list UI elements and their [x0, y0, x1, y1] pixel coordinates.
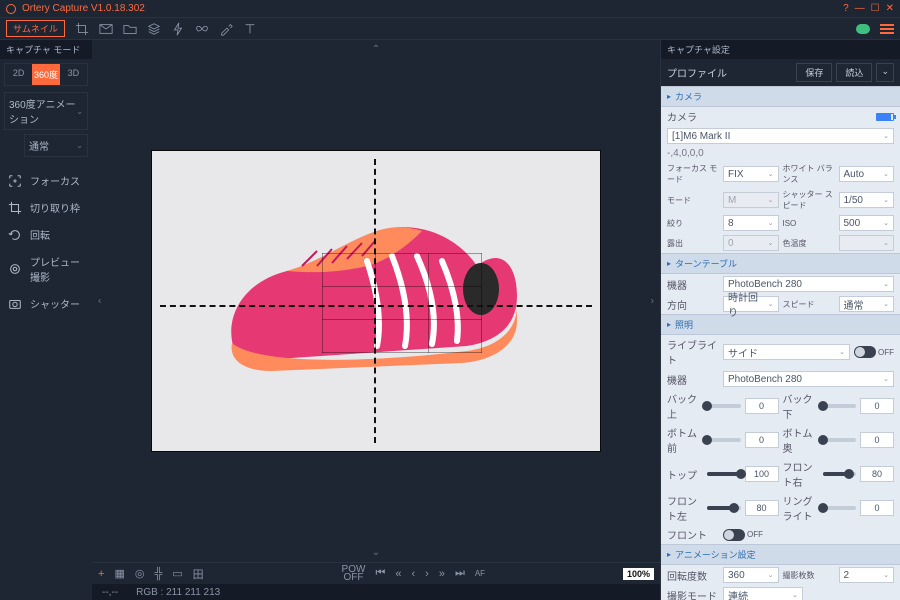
frames-select[interactable]: 2⌄ — [839, 567, 895, 583]
next[interactable]: › — [425, 568, 429, 580]
grid-overlay — [322, 253, 482, 353]
mode-field: M⌄ — [723, 192, 779, 208]
mode-tabs: 2D 360度 3D — [4, 63, 88, 86]
turntable-speed-select[interactable]: 通常⌄ — [839, 296, 895, 312]
nav-left[interactable]: ‹ — [98, 296, 101, 307]
battery-icon — [876, 113, 894, 121]
focus-mode-select[interactable]: FIX⌄ — [723, 166, 779, 182]
front-toggle[interactable]: OFF — [723, 529, 763, 541]
animation-select[interactable]: 360度アニメーション⌄ — [4, 92, 88, 130]
layers-icon[interactable] — [147, 22, 161, 36]
canvas-statusbar: + ▦ ◎ ╬ ▭ 田 POWOFF ⏮ « ‹ › » ⏭ AF 100% — [92, 562, 660, 584]
tool-crop[interactable]: 切り取り枠 — [0, 194, 92, 221]
chevron-down-icon: ⌄ — [76, 141, 83, 150]
last-frame[interactable]: ⏭ — [455, 567, 465, 580]
livelight-select[interactable]: サイド⌄ — [723, 344, 850, 360]
overlay-icon[interactable]: 田 — [193, 566, 204, 582]
profile-label: プロファイル — [667, 65, 727, 80]
app-icon — [6, 4, 16, 14]
af-button[interactable]: AF — [475, 569, 485, 578]
right-panel: キャプチャ設定 プロファイル 保存 読込 ⌄ カメラ カメラ [1]M6 Mar… — [660, 40, 900, 600]
tool-preview[interactable]: プレビュー撮影 — [0, 248, 92, 290]
cursor-rgb: RGB : 211 211 213 — [136, 587, 220, 598]
main-toolbar: サムネイル — [0, 18, 900, 40]
tab-3d[interactable]: 3D — [60, 64, 87, 85]
tool-focus[interactable]: フォーカス — [0, 167, 92, 194]
first-frame[interactable]: ⏮ — [375, 567, 385, 580]
slider-front-right[interactable] — [823, 472, 857, 476]
slider-ringlight[interactable] — [823, 506, 857, 510]
group-camera[interactable]: カメラ — [661, 86, 900, 107]
slider-back-bottom[interactable] — [823, 404, 857, 408]
aperture-select[interactable]: 8⌄ — [723, 215, 779, 231]
help-button[interactable]: ? — [843, 3, 849, 14]
load-button[interactable]: 読込 — [836, 63, 872, 82]
chevron-down-icon: ⌄ — [76, 107, 83, 116]
tab-2d[interactable]: 2D — [5, 64, 32, 85]
livelight-toggle[interactable]: OFF — [854, 346, 894, 358]
target-icon[interactable]: ◎ — [135, 567, 145, 580]
group-animation[interactable]: アニメーション設定 — [661, 544, 900, 565]
group-light[interactable]: 照明 — [661, 314, 900, 335]
thumbnail-button[interactable]: サムネイル — [6, 20, 65, 37]
iso-select[interactable]: 500⌄ — [839, 215, 895, 231]
canvas-body[interactable]: ⌃ ⌄ ‹ › — [92, 40, 660, 562]
left-panel: キャプチャ モード 2D 360度 3D 360度アニメーション⌄ 通常⌄ フォ… — [0, 40, 92, 600]
slider-top[interactable] — [707, 472, 741, 476]
app-title: Ortery Capture V1.0.18.302 — [22, 3, 145, 14]
light-device-select[interactable]: PhotoBench 280⌄ — [723, 371, 894, 387]
slider-back-top[interactable] — [707, 404, 741, 408]
grid-icon[interactable]: ▦ — [114, 567, 124, 580]
prev-fast[interactable]: « — [395, 568, 401, 580]
minimize-button[interactable]: — — [855, 3, 865, 14]
crop-icon[interactable] — [75, 22, 89, 36]
cloud-status-icon[interactable] — [856, 24, 870, 34]
tool-shutter[interactable]: シャッター — [0, 290, 92, 317]
tab-360[interactable]: 360度 — [32, 64, 59, 85]
grid2-icon[interactable]: ╬ — [154, 568, 162, 580]
next-fast[interactable]: » — [439, 568, 445, 580]
add-icon[interactable]: + — [98, 568, 104, 580]
prev[interactable]: ‹ — [411, 568, 415, 580]
folder-icon[interactable] — [123, 22, 137, 36]
nav-right[interactable]: › — [651, 296, 654, 307]
text-icon[interactable] — [243, 22, 257, 36]
camera-meta: -,4,0,0,0 — [667, 148, 704, 159]
submode-select[interactable]: 通常⌄ — [24, 134, 88, 157]
butterfly-icon[interactable] — [195, 22, 209, 36]
cursor-xy: --,-- — [102, 587, 118, 598]
slider-bottom-front[interactable] — [707, 438, 741, 442]
zoom-indicator[interactable]: 100% — [623, 568, 654, 580]
title-bar: Ortery Capture V1.0.18.302 ? — ☐ ✕ — [0, 0, 900, 18]
wb-select[interactable]: Auto⌄ — [839, 166, 895, 182]
capture-mode-header: キャプチャ モード — [0, 40, 92, 59]
camera-select[interactable]: [1]M6 Mark II⌄ — [667, 128, 894, 144]
bolt-icon[interactable] — [171, 22, 185, 36]
colortemp-field: ⌄ — [839, 235, 895, 251]
power-toggle[interactable]: POWOFF — [342, 566, 366, 582]
slider-front-left[interactable] — [707, 506, 741, 510]
capture-mode-select[interactable]: 連続⌄ — [723, 587, 803, 600]
exposure-field: 0⌄ — [723, 235, 779, 251]
eyedropper-icon[interactable] — [219, 22, 233, 36]
nav-down[interactable]: ⌄ — [372, 547, 380, 558]
tool-rotate[interactable]: 回転 — [0, 221, 92, 248]
menu-button[interactable] — [880, 24, 894, 34]
close-button[interactable]: ✕ — [886, 3, 894, 14]
shutter-select[interactable]: 1/50⌄ — [839, 192, 895, 208]
mail-icon[interactable] — [99, 22, 113, 36]
preview-image — [152, 151, 600, 451]
maximize-button[interactable]: ☐ — [871, 3, 880, 14]
slider-bottom-back[interactable] — [823, 438, 857, 442]
save-button[interactable]: 保存 — [796, 63, 832, 82]
profile-menu[interactable]: ⌄ — [876, 63, 894, 82]
ruler-icon[interactable]: ▭ — [172, 567, 182, 580]
group-turntable[interactable]: ターンテーブル — [661, 253, 900, 274]
turntable-dir-select[interactable]: 時計回り⌄ — [723, 296, 779, 312]
nav-up[interactable]: ⌃ — [372, 44, 380, 55]
footer-bar: --,-- RGB : 211 211 213 — [92, 584, 660, 600]
canvas-area: ⌃ ⌄ ‹ › — [92, 40, 660, 600]
rotation-select[interactable]: 360⌄ — [723, 567, 779, 583]
capture-settings-header: キャプチャ設定 — [661, 40, 900, 59]
